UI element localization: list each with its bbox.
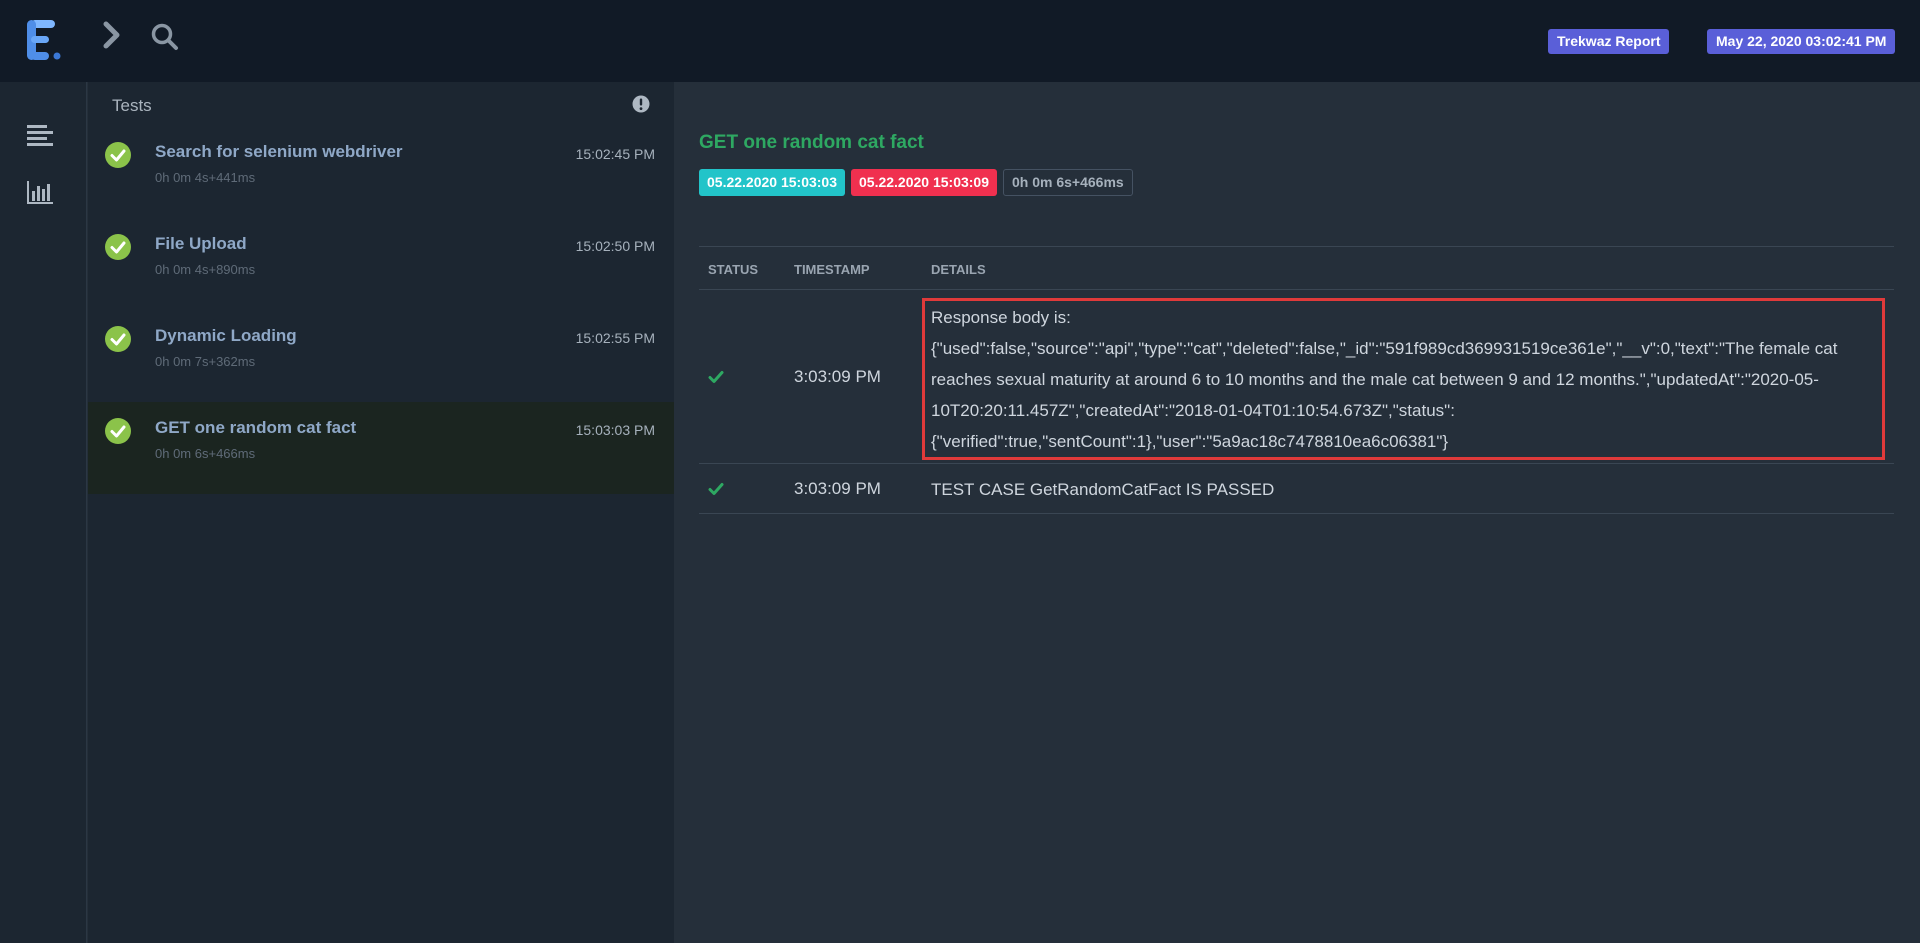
report-name-badge: Trekwaz Report <box>1548 29 1670 54</box>
test-item-dynamic-loading[interactable]: Dynamic Loading 0h 0m 7s+362ms 15:02:55 … <box>88 310 674 402</box>
log-details: Response body is: {"used":false,"source"… <box>931 302 1837 457</box>
test-name: Search for selenium webdriver <box>155 142 403 161</box>
test-duration: 0h 0m 6s+466ms <box>155 446 256 461</box>
detail-line: {"used":false,"source":"api","type":"cat… <box>931 339 1838 358</box>
log-timestamp: 3:03:09 PM <box>794 479 881 498</box>
log-timestamp: 3:03:09 PM <box>794 367 881 386</box>
pass-check-icon <box>708 483 724 495</box>
column-header-timestamp: TIMESTAMP <box>794 262 870 277</box>
test-time: 15:02:55 PM <box>575 330 655 346</box>
chevron-right-icon[interactable] <box>100 20 124 50</box>
detail-test-title: GET one random cat fact <box>699 132 924 153</box>
detail-line: reaches sexual maturity at around 6 to 1… <box>931 370 1819 389</box>
test-duration: 0h 0m 7s+362ms <box>155 354 256 369</box>
test-duration: 0h 0m 4s+441ms <box>155 170 256 185</box>
test-detail-panel: GET one random cat fact 05.22.2020 15:03… <box>674 82 1920 943</box>
end-time-badge: 05.22.2020 15:03:09 <box>851 169 997 196</box>
dashboard-chart-icon[interactable] <box>26 179 54 205</box>
test-item-cat-fact[interactable]: GET one random cat fact 0h 0m 6s+466ms 1… <box>88 402 674 494</box>
test-name: Dynamic Loading <box>155 326 297 345</box>
test-item-file-upload[interactable]: File Upload 0h 0m 4s+890ms 15:02:50 PM <box>88 218 674 310</box>
side-nav <box>0 82 87 943</box>
pass-check-icon <box>105 326 131 352</box>
column-header-details: DETAILS <box>931 262 986 277</box>
test-duration: 0h 0m 4s+890ms <box>155 262 256 277</box>
top-bar: Trekwaz Report May 22, 2020 03:02:41 PM <box>0 0 1920 82</box>
pass-check-icon <box>708 371 724 383</box>
log-row: 3:03:09 PM Response body is: {"used":fal… <box>699 290 1894 464</box>
pass-check-icon <box>105 142 131 168</box>
test-list-panel: Tests Search for selenium webdriver 0h 0… <box>88 82 674 943</box>
detail-line: {"verified":true,"sentCount":1},"user":"… <box>931 432 1449 451</box>
test-list-header: Tests <box>88 82 674 126</box>
log-details: TEST CASE GetRandomCatFact IS PASSED <box>931 480 1275 499</box>
list-view-icon[interactable] <box>26 122 54 148</box>
column-header-status: STATUS <box>708 262 759 277</box>
test-name: File Upload <box>155 234 247 253</box>
test-time: 15:02:50 PM <box>575 238 655 254</box>
info-icon[interactable] <box>631 94 651 114</box>
detail-line: 10T20:20:11.457Z","createdAt":"2018-01-0… <box>931 401 1455 420</box>
test-name: GET one random cat fact <box>155 418 357 437</box>
test-list-title: Tests <box>112 96 152 115</box>
logo-icon[interactable] <box>27 18 61 62</box>
log-row: 3:03:09 PM TEST CASE GetRandomCatFact IS… <box>699 464 1894 514</box>
report-date-badge: May 22, 2020 03:02:41 PM <box>1707 29 1896 54</box>
pass-check-icon <box>105 418 131 444</box>
search-icon[interactable] <box>150 22 180 52</box>
log-table-header: STATUS TIMESTAMP DETAILS <box>699 246 1894 290</box>
test-time: 15:02:45 PM <box>575 146 655 162</box>
pass-check-icon <box>105 234 131 260</box>
start-time-badge: 05.22.2020 15:03:03 <box>699 169 845 196</box>
test-item-search-selenium[interactable]: Search for selenium webdriver 0h 0m 4s+4… <box>88 126 674 218</box>
detail-line: Response body is: <box>931 308 1071 327</box>
test-time: 15:03:03 PM <box>575 422 655 438</box>
duration-badge: 0h 0m 6s+466ms <box>1003 169 1133 196</box>
